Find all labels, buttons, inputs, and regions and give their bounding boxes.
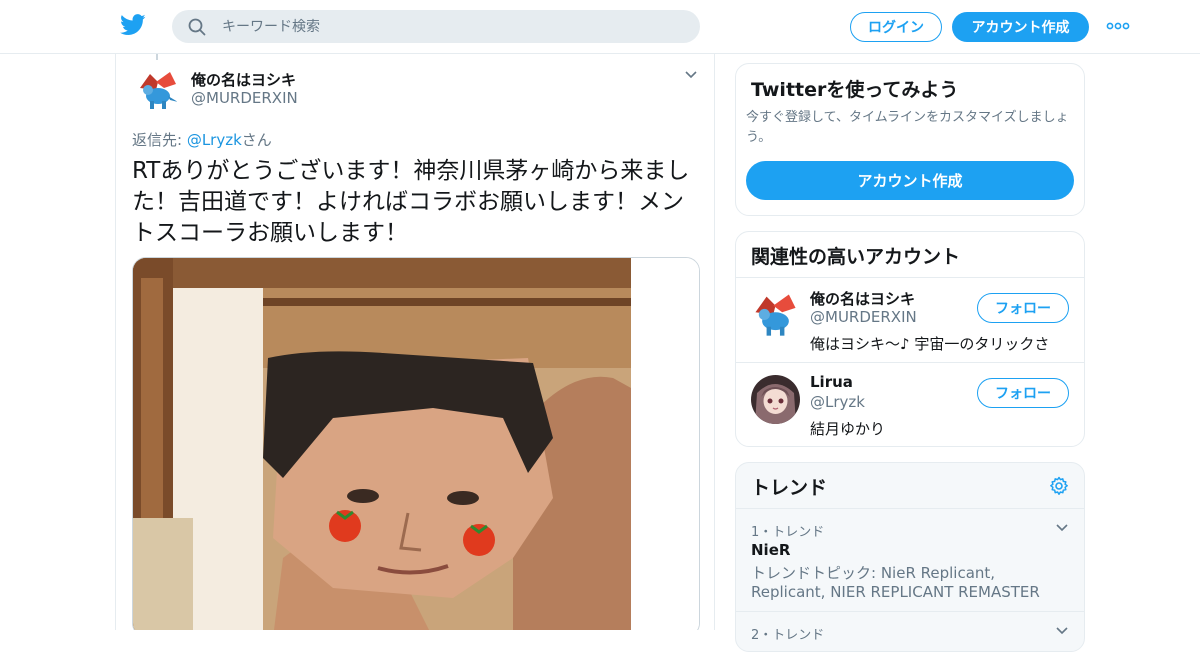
trends-card: トレンド 1・トレンド NieR トレンドトピック: NieR Replican… bbox=[735, 462, 1085, 652]
chevron-down-icon[interactable] bbox=[1055, 626, 1069, 636]
related-accounts-card: 関連性の高いアカウント 俺の名はヨシキ @MURDERXIN 俺はヨシキ～♪ 宇… bbox=[735, 231, 1085, 447]
account-name[interactable]: 俺の名はヨシキ bbox=[810, 288, 915, 309]
tweet-text: RTありがとうございます！神奈川県茅ヶ崎から来ました！吉田道です！よければコラボ… bbox=[132, 158, 690, 246]
photo-image bbox=[133, 258, 699, 630]
tweet-media-photo[interactable] bbox=[132, 257, 700, 630]
replying-to: 返信先: @Lryzkさん bbox=[132, 129, 272, 150]
signup-card-title: Twitterを使ってみよう bbox=[751, 79, 959, 101]
trends-title: トレンド bbox=[751, 477, 828, 499]
search-icon bbox=[188, 18, 206, 36]
account-handle[interactable]: @Lryzk bbox=[810, 393, 865, 411]
account-item[interactable]: 俺の名はヨシキ @MURDERXIN 俺はヨシキ～♪ 宇宙一のタリックさ フォロ… bbox=[736, 278, 1084, 362]
trend-item[interactable]: 2・トレンド bbox=[736, 612, 1084, 651]
anime-girl-avatar-icon bbox=[751, 375, 800, 424]
gear-icon[interactable] bbox=[1049, 476, 1069, 496]
chevron-down-icon[interactable] bbox=[1055, 523, 1069, 533]
replying-handle-link[interactable]: @Lryzk bbox=[187, 131, 242, 149]
dragon-avatar-icon bbox=[751, 290, 800, 339]
account-bio: 結月ゆかり bbox=[810, 420, 886, 438]
follow-button[interactable]: フォロー bbox=[977, 293, 1069, 323]
dragon-avatar-icon bbox=[136, 68, 180, 112]
signup-card-description: 今すぐ登録して、タイムラインをカスタマイズしましょう。 bbox=[746, 110, 1069, 145]
account-avatar[interactable] bbox=[751, 375, 800, 424]
trend-name[interactable]: NieR bbox=[751, 541, 790, 559]
tweet-author-handle[interactable]: @MURDERXIN bbox=[191, 89, 298, 107]
top-bar: ログイン アカウント作成 bbox=[0, 0, 1200, 54]
account-handle[interactable]: @MURDERXIN bbox=[810, 308, 917, 326]
trend-meta: 2・トレンド bbox=[751, 628, 825, 643]
follow-button[interactable]: フォロー bbox=[977, 378, 1069, 408]
search-box[interactable] bbox=[172, 10, 700, 43]
signup-card-button[interactable]: アカウント作成 bbox=[746, 161, 1074, 200]
chevron-down-icon[interactable] bbox=[684, 70, 698, 80]
signup-card: Twitterを使ってみよう 今すぐ登録して、タイムラインをカスタマイズしましょ… bbox=[735, 63, 1085, 216]
trend-item[interactable]: 1・トレンド NieR トレンドトピック: NieR Replicant, Re… bbox=[736, 509, 1084, 611]
account-avatar[interactable] bbox=[751, 290, 800, 339]
related-accounts-title: 関連性の高いアカウント bbox=[751, 246, 961, 268]
replying-suffix: さん bbox=[241, 131, 272, 149]
account-item[interactable]: Lirua @Lryzk 結月ゆかり フォロー bbox=[736, 363, 1084, 446]
thread-connector bbox=[156, 54, 158, 60]
twitter-bird-icon[interactable] bbox=[120, 14, 146, 36]
trend-description: トレンドトピック: NieR Replicant, Replicant, NIE… bbox=[751, 564, 1040, 601]
more-options-icon[interactable] bbox=[1106, 21, 1130, 31]
signup-button[interactable]: アカウント作成 bbox=[952, 12, 1089, 42]
account-name[interactable]: Lirua bbox=[810, 373, 853, 391]
login-button[interactable]: ログイン bbox=[850, 12, 942, 42]
replying-prefix: 返信先: bbox=[132, 131, 187, 149]
tweet-author-name[interactable]: 俺の名はヨシキ bbox=[191, 69, 296, 90]
trend-meta: 1・トレンド bbox=[751, 525, 825, 540]
tweet-column: 俺の名はヨシキ @MURDERXIN 返信先: @Lryzkさん RTありがとう… bbox=[115, 54, 715, 630]
account-bio: 俺はヨシキ～♪ 宇宙一のタリックさ bbox=[810, 335, 1050, 353]
tweet-author-avatar[interactable] bbox=[136, 68, 180, 112]
search-input[interactable] bbox=[222, 10, 682, 43]
